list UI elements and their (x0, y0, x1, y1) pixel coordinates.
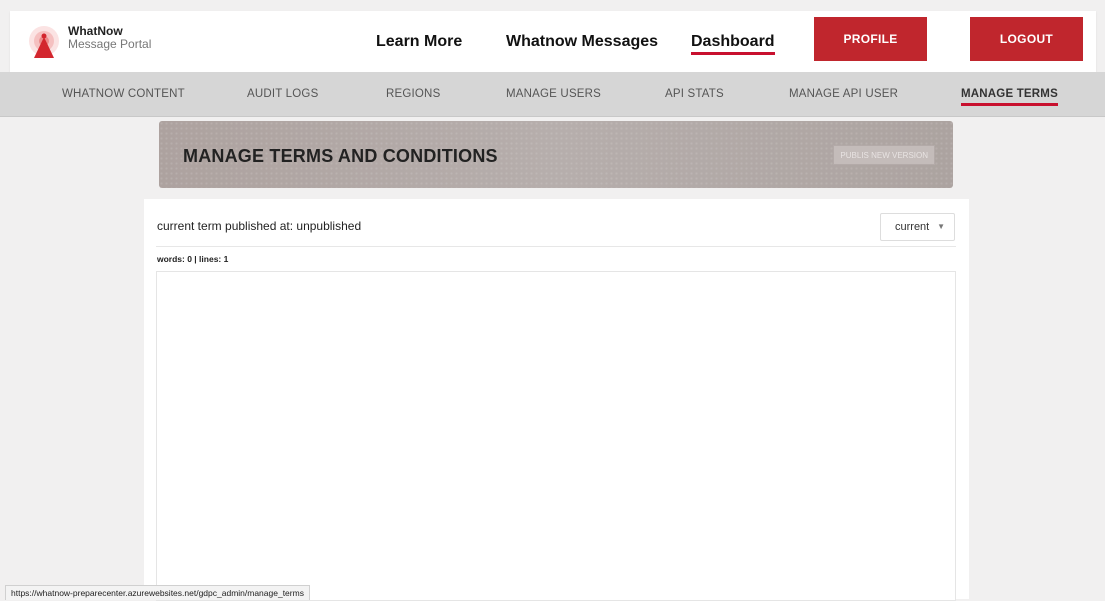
page-title: MANAGE TERMS AND CONDITIONS (183, 146, 498, 166)
whatnow-logo-icon[interactable] (28, 25, 60, 59)
tab-api-stats[interactable]: API STATS (665, 88, 724, 100)
word-count: words: 0 | lines: 1 (157, 254, 229, 264)
status-bar-url: https://whatnow-preparecenter.azurewebsi… (5, 585, 310, 600)
top-header: WhatNow Message Portal Learn More Whatno… (10, 11, 1096, 72)
term-status-text: current term published at: unpublished (157, 219, 362, 233)
caret-down-icon: ▼ (937, 222, 945, 231)
nav-dashboard[interactable]: Dashboard (691, 33, 775, 55)
terms-editor[interactable] (156, 271, 956, 601)
tab-audit-logs[interactable]: AUDIT LOGS (247, 88, 318, 100)
tab-manage-users[interactable]: MANAGE USERS (506, 88, 601, 100)
tab-manage-terms[interactable]: MANAGE TERMS (961, 88, 1058, 106)
version-select[interactable]: current ▼ (880, 213, 955, 241)
divider (156, 246, 956, 247)
nav-whatnow-messages[interactable]: Whatnow Messages (506, 33, 658, 51)
publish-new-version-button[interactable]: PUBLIS NEW VERSION (833, 145, 935, 165)
version-select-value: current (895, 221, 930, 233)
page-banner: MANAGE TERMS AND CONDITIONS PUBLIS NEW V… (159, 121, 953, 188)
brand-subtitle: Message Portal (68, 37, 152, 51)
terms-card: current term published at: unpublished c… (144, 199, 969, 601)
nav-learn-more[interactable]: Learn More (376, 33, 462, 51)
tab-whatnow-content[interactable]: WHATNOW CONTENT (62, 88, 185, 100)
tab-regions[interactable]: REGIONS (386, 88, 440, 100)
profile-button[interactable]: PROFILE (814, 17, 927, 61)
tab-manage-api-user[interactable]: MANAGE API USER (789, 88, 898, 100)
brand[interactable]: WhatNow Message Portal (68, 25, 151, 51)
logout-button[interactable]: LOGOUT (970, 17, 1083, 61)
sub-navigation: WHATNOW CONTENT AUDIT LOGS REGIONS MANAG… (0, 72, 1105, 117)
